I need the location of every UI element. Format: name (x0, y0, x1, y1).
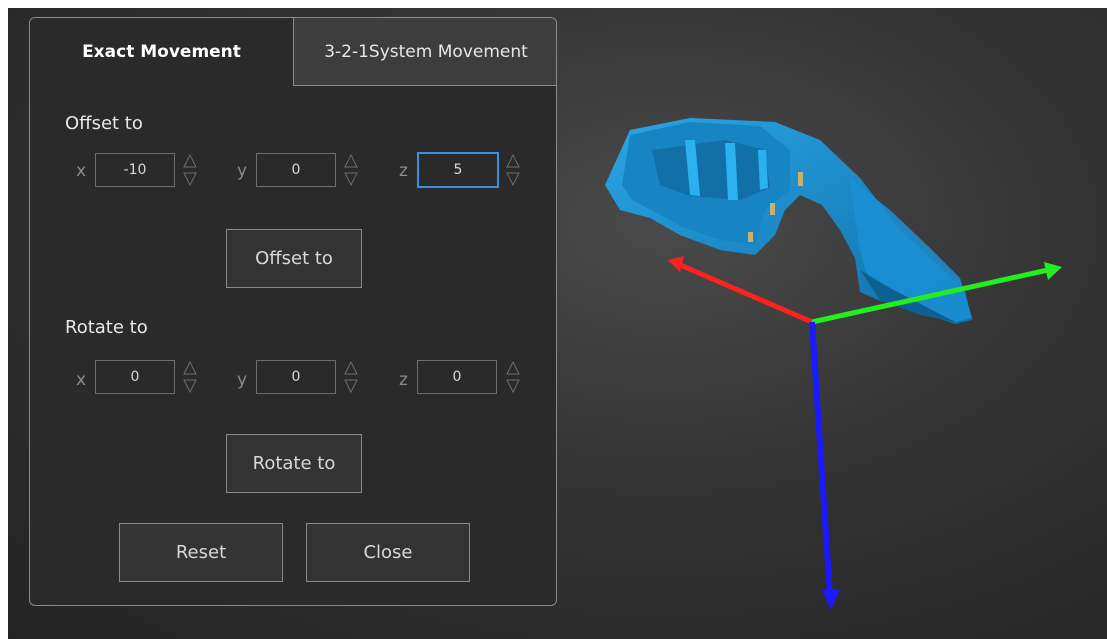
x-axis-arrow (677, 261, 813, 325)
movement-dialog: Exact Movement 3-2-1System Movement Offs… (29, 17, 557, 606)
rotate-to-button[interactable]: Rotate to (226, 434, 362, 493)
rotate-x-input[interactable] (95, 360, 175, 394)
rotate-z-label: z (399, 370, 408, 390)
z-axis-arrowhead (822, 589, 840, 610)
rotate-y-spinner-icon[interactable] (343, 359, 359, 395)
scanned-mesh-model[interactable] (605, 118, 972, 324)
offset-z-input[interactable] (417, 152, 499, 188)
offset-x-label: x (76, 161, 87, 181)
rotate-z-input[interactable] (417, 360, 497, 394)
offset-z-label: z (399, 161, 408, 181)
rotate-z-spinner-icon[interactable] (505, 359, 521, 395)
offset-y-label: y (237, 161, 248, 181)
offset-z-spinner-icon[interactable] (505, 152, 521, 188)
rotate-section-label: Rotate to (65, 317, 148, 338)
window-edge-left (0, 0, 8, 639)
coordinate-axes-gizmo (668, 256, 1062, 610)
tab-exact-movement[interactable]: Exact Movement (30, 18, 293, 86)
tab-321-system-movement[interactable]: 3-2-1System Movement (293, 18, 556, 86)
viewport-3d[interactable] (560, 0, 1107, 639)
z-axis-arrow (809, 321, 833, 597)
rotate-y-label: y (237, 370, 248, 390)
y-axis-arrowhead (1044, 262, 1062, 280)
offset-y-spinner-icon[interactable] (343, 152, 359, 188)
rotate-x-label: x (76, 370, 87, 390)
offset-x-input[interactable] (95, 153, 175, 187)
close-button[interactable]: Close (306, 523, 470, 582)
reset-button[interactable]: Reset (119, 523, 283, 582)
offset-y-input[interactable] (256, 153, 336, 187)
offset-to-button[interactable]: Offset to (226, 229, 362, 288)
rotate-x-spinner-icon[interactable] (182, 359, 198, 395)
tab-bar: Exact Movement 3-2-1System Movement (30, 18, 556, 86)
offset-section-label: Offset to (65, 113, 143, 134)
x-axis-arrowhead (668, 256, 684, 272)
offset-x-spinner-icon[interactable] (182, 152, 198, 188)
rotate-y-input[interactable] (256, 360, 336, 394)
